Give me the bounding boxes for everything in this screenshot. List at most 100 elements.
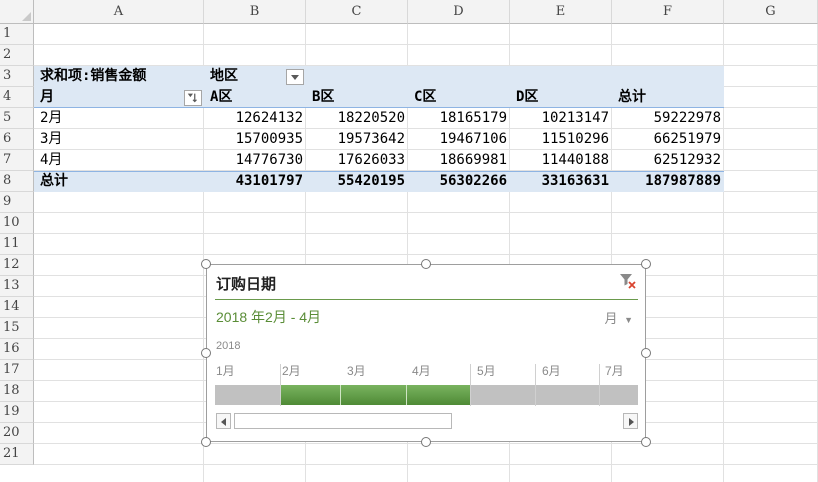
gridline	[34, 233, 818, 234]
timeline-selection-divider	[406, 385, 407, 405]
timeline-month[interactable]: 3月	[347, 362, 366, 379]
select-all-corner[interactable]	[0, 0, 34, 24]
pivot-row-field[interactable]: 月	[34, 87, 174, 108]
timeline-month[interactable]: 6月	[542, 362, 561, 379]
resize-handle-left[interactable]	[201, 348, 211, 358]
timeline-selection[interactable]	[280, 385, 470, 405]
timeline-range-label: 2018 年2月 - 4月	[216, 309, 322, 325]
scroll-right-button[interactable]	[623, 413, 638, 429]
timeline-month[interactable]: 2月	[282, 362, 301, 379]
chevron-down-icon: ▼	[624, 315, 633, 325]
timeline-tick	[280, 364, 281, 406]
pivot-col-header: B区	[312, 89, 335, 105]
pivot-row-label[interactable]: 2月	[34, 108, 204, 129]
clear-filter-icon[interactable]	[619, 272, 637, 290]
pivot-column-field[interactable]: 地区	[204, 66, 284, 87]
row-filter-button[interactable]	[184, 90, 202, 106]
column-header-c[interactable]: C	[306, 0, 408, 24]
pivot-total-cell[interactable]: 55420195	[306, 171, 408, 192]
row-header-15[interactable]: 15	[0, 318, 34, 339]
pivot-cell[interactable]: 18220520	[306, 108, 408, 129]
pivot-cell[interactable]: 10213147	[510, 108, 612, 129]
scroll-left-button[interactable]	[216, 413, 231, 429]
column-header-e[interactable]: E	[510, 0, 612, 24]
pivot-cell[interactable]: 19467106	[408, 129, 510, 150]
pivot-cell[interactable]: 17626033	[306, 150, 408, 171]
pivot-col-header: C区	[414, 89, 437, 105]
row-header-12[interactable]: 12	[0, 255, 34, 276]
pivot-cell[interactable]: 11510296	[510, 129, 612, 150]
pivot-value-field[interactable]: 求和项:销售金额	[34, 66, 204, 87]
timeline-month[interactable]: 1月	[216, 362, 235, 379]
row-header-14[interactable]: 14	[0, 297, 34, 318]
gridline	[34, 44, 818, 45]
timeline-level-selector[interactable]: 月 ▼	[604, 308, 633, 327]
timeline-year-label: 2018	[216, 340, 241, 352]
pivot-total-label[interactable]: 总计	[34, 171, 204, 192]
row-header-18[interactable]: 18	[0, 381, 34, 402]
resize-handle-top-left[interactable]	[201, 259, 211, 269]
timeline-selection-divider	[340, 385, 341, 405]
row-header-5[interactable]: 5	[0, 108, 34, 129]
gridline	[34, 212, 818, 213]
pivot-total-cell[interactable]: 43101797	[204, 171, 306, 192]
row-header-3[interactable]: 3	[0, 66, 34, 87]
pivot-cell[interactable]: 12624132	[204, 108, 306, 129]
pivot-col-header: A区	[210, 89, 233, 105]
pivot-cell[interactable]: 15700935	[204, 129, 306, 150]
timeline-tick	[470, 364, 471, 406]
filtered-sort-icon	[187, 93, 197, 103]
row-header-7[interactable]: 7	[0, 150, 34, 171]
column-header-f[interactable]: F	[612, 0, 724, 24]
row-header-19[interactable]: 19	[0, 402, 34, 423]
row-header-4[interactable]: 4	[0, 87, 34, 108]
row-header-1[interactable]: 1	[0, 24, 34, 45]
pivot-cell[interactable]: 18165179	[408, 108, 510, 129]
resize-handle-bottom-right[interactable]	[641, 437, 651, 447]
row-header-16[interactable]: 16	[0, 339, 34, 360]
resize-handle-top[interactable]	[421, 259, 431, 269]
row-header-10[interactable]: 10	[0, 213, 34, 234]
row-header-8[interactable]: 8	[0, 171, 34, 192]
pivot-total-cell[interactable]: 33163631	[510, 171, 612, 192]
timeline-slicer[interactable]: 订购日期 2018 年2月 - 4月 月 ▼ 2018 1月 2月 3月 4月 …	[206, 264, 646, 442]
pivot-cell[interactable]: 62512932	[612, 150, 724, 171]
pivot-cell[interactable]: 18669981	[408, 150, 510, 171]
timeline-level-label: 月	[604, 311, 618, 326]
column-header-d[interactable]: D	[408, 0, 510, 24]
pivot-total-cell[interactable]: 56302266	[408, 171, 510, 192]
row-header-20[interactable]: 20	[0, 423, 34, 444]
resize-handle-top-right[interactable]	[641, 259, 651, 269]
row-header-9[interactable]: 9	[0, 192, 34, 213]
scroll-thumb[interactable]	[234, 413, 452, 429]
column-header-g[interactable]: G	[724, 0, 818, 24]
row-header-6[interactable]: 6	[0, 129, 34, 150]
timeline-month[interactable]: 7月	[605, 362, 624, 379]
resize-handle-right[interactable]	[641, 348, 651, 358]
resize-handle-bottom[interactable]	[421, 437, 431, 447]
column-header-b[interactable]: B	[204, 0, 306, 24]
row-header-11[interactable]: 11	[0, 234, 34, 255]
pivot-cell[interactable]: 66251979	[612, 129, 724, 150]
arrow-right-icon	[629, 418, 634, 426]
resize-handle-bottom-left[interactable]	[201, 437, 211, 447]
timeline-title-rule	[215, 299, 638, 300]
timeline-scrollbar[interactable]	[216, 413, 638, 431]
pivot-cell[interactable]: 59222978	[612, 108, 724, 129]
pivot-cell[interactable]: 14776730	[204, 150, 306, 171]
pivot-cell[interactable]: 19573642	[306, 129, 408, 150]
column-filter-button[interactable]	[286, 69, 304, 85]
row-header-17[interactable]: 17	[0, 360, 34, 381]
row-header-13[interactable]: 13	[0, 276, 34, 297]
pivot-row-label[interactable]: 4月	[34, 150, 204, 171]
row-header-21[interactable]: 21	[0, 444, 34, 465]
timeline-tick	[599, 364, 600, 406]
timeline-month[interactable]: 4月	[412, 362, 431, 379]
row-header-2[interactable]: 2	[0, 45, 34, 66]
pivot-total-cell[interactable]: 187987889	[612, 171, 724, 192]
pivot-cell[interactable]: 11440188	[510, 150, 612, 171]
column-header-a[interactable]: A	[34, 0, 204, 24]
pivot-row-label[interactable]: 3月	[34, 129, 204, 150]
spreadsheet[interactable]: A B C D E F G 1 2 3 4 5 6 7 8 9 10 11 12…	[0, 0, 818, 482]
timeline-month[interactable]: 5月	[477, 362, 496, 379]
